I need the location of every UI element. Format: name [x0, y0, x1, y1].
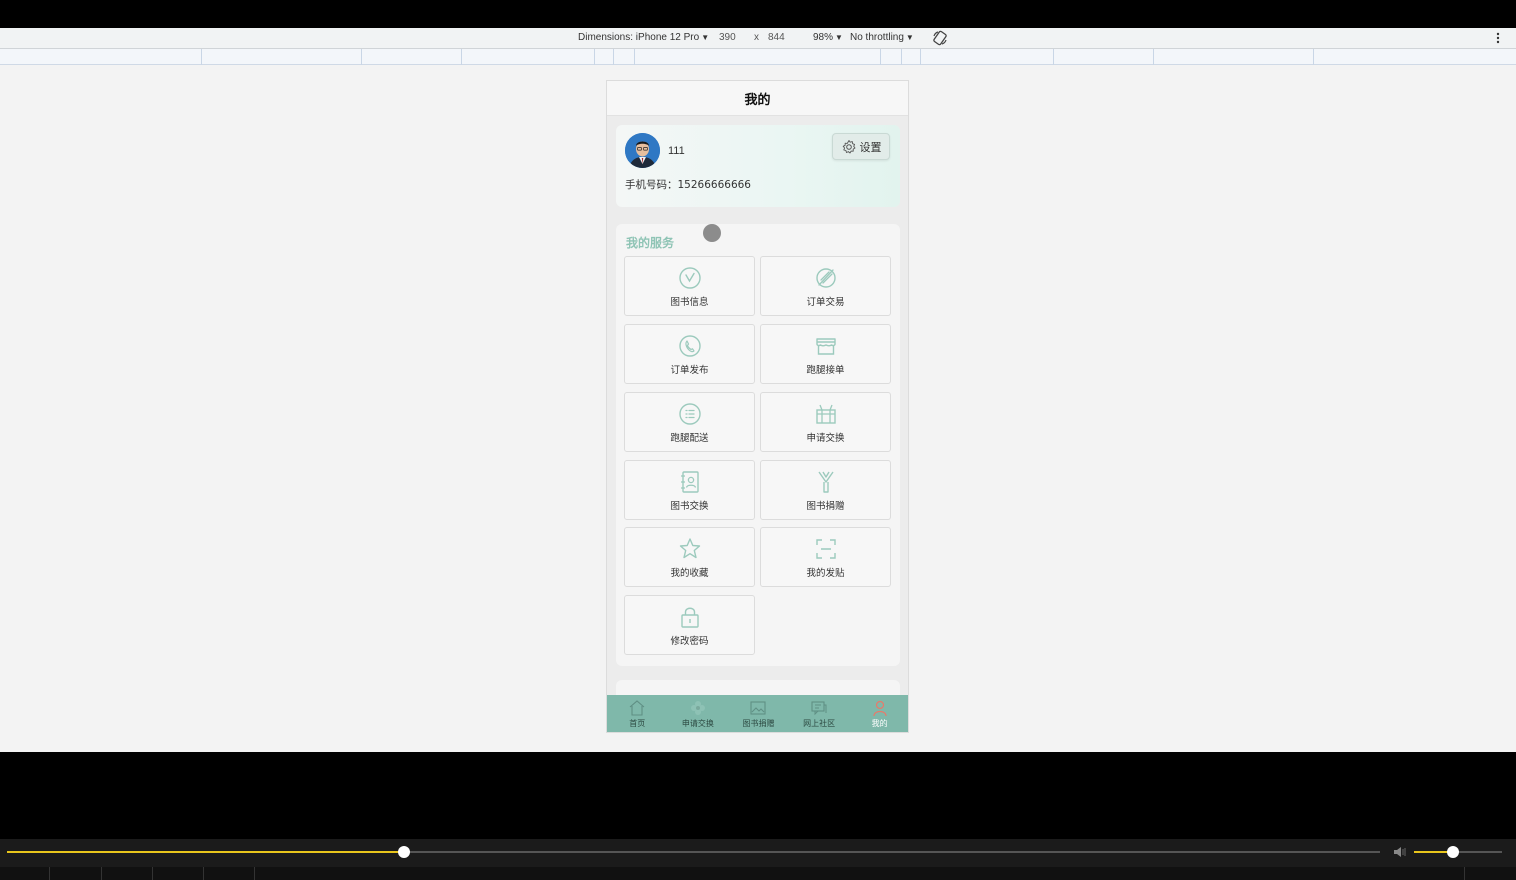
phone-number: 手机号码：15266666666 — [625, 179, 751, 191]
pen-nib-icon — [815, 268, 836, 288]
shop-icon — [815, 338, 836, 355]
settings-button[interactable]: 设置 — [832, 133, 890, 160]
caret-down-icon: ▼ — [701, 33, 710, 42]
nav-bar: 我的 — [607, 81, 908, 116]
services-card: 我的服务 图书信息 订单交易 订单发布 跑腿接单 跑腿配送 申请交换 图书交换 … — [616, 224, 900, 666]
service-order-publish[interactable]: 订单发布 — [624, 324, 755, 384]
user-icon — [873, 700, 887, 717]
profile-card: 111 设置 手机号码：15266666666 — [616, 125, 900, 207]
home-icon — [629, 700, 645, 716]
star-icon — [679, 538, 700, 559]
volume-slider[interactable] — [1414, 846, 1502, 858]
avatar-photo — [625, 133, 660, 168]
tab-label: 我的 — [871, 719, 888, 728]
seek-bar-fill — [7, 851, 404, 853]
caret-down-icon: ▼ — [905, 33, 914, 42]
devtools-device-toolbar: Dimensions: iPhone 12 Pro ▼ 390 x 844 98%… — [0, 28, 1516, 49]
service-label: 订单交易 — [806, 297, 845, 308]
width-field[interactable]: 390 — [719, 32, 736, 43]
service-order-trade[interactable]: 订单交易 — [760, 256, 891, 316]
ribbon-icon — [817, 471, 834, 493]
tab-label: 图书捐赠 — [742, 719, 775, 728]
service-book-exchange[interactable]: 图书交换 — [624, 460, 755, 520]
service-label: 跑腿配送 — [670, 433, 709, 444]
service-label: 我的收藏 — [670, 568, 709, 579]
tab-home[interactable]: 首页 — [607, 695, 668, 732]
image-icon — [750, 701, 767, 715]
touch-cursor-indicator — [703, 224, 721, 242]
tab-label: 申请交换 — [681, 719, 714, 728]
bottom-tabbar: 首页 申请交换 图书捐赠 网上社区 我的 — [607, 695, 908, 732]
chat-icon — [811, 701, 827, 716]
service-label: 订单发布 — [670, 365, 709, 376]
dimension-separator: x — [754, 32, 759, 43]
service-book-info[interactable]: 图书信息 — [624, 256, 755, 316]
tab-community[interactable]: 网上社区 — [789, 695, 850, 732]
page-title: 我的 — [744, 92, 771, 108]
service-apply-exchange[interactable]: 申请交换 — [760, 392, 891, 452]
scan-frame-icon — [815, 539, 836, 559]
service-my-favorites[interactable]: 我的收藏 — [624, 527, 755, 587]
device-select[interactable]: Dimensions: iPhone 12 Pro ▼ — [578, 32, 709, 43]
throttling-select[interactable]: No throttling ▼ — [850, 32, 914, 43]
zoom-select[interactable]: 98% ▼ — [813, 32, 843, 43]
seek-bar[interactable] — [7, 846, 1380, 858]
phone-icon — [678, 335, 701, 357]
zoom-label: 98% — [813, 32, 834, 43]
taskbar-strip — [0, 867, 1516, 880]
volume-icon[interactable] — [1392, 844, 1408, 860]
list-circle-icon — [678, 403, 701, 425]
tab-book-donate[interactable]: 图书捐赠 — [728, 695, 789, 732]
service-label: 申请交换 — [806, 433, 845, 444]
settings-label: 设置 — [859, 140, 882, 154]
tab-label: 首页 — [629, 719, 646, 728]
lock-icon — [680, 607, 699, 628]
tab-mine[interactable]: 我的 — [849, 695, 908, 732]
services-title: 我的服务 — [626, 236, 675, 250]
service-change-password[interactable]: 修改密码 — [624, 595, 755, 655]
player-controls — [0, 839, 1516, 867]
gear-icon — [842, 139, 855, 153]
service-label: 图书交换 — [670, 501, 709, 512]
more-vertical-icon[interactable] — [1494, 31, 1502, 45]
phone-screen: 我的 111 设置 手机号码：15266666666 我的服务 图书信息 订单交… — [606, 80, 909, 733]
caret-down-icon: ▼ — [835, 33, 843, 42]
service-label: 我的发贴 — [806, 568, 845, 579]
contact-book-icon — [680, 471, 699, 493]
rotate-icon[interactable] — [932, 30, 948, 46]
service-label: 跑腿接单 — [806, 365, 845, 376]
media-query-ruler — [0, 49, 1516, 65]
top-black-bar — [0, 0, 1516, 28]
service-errand-accept[interactable]: 跑腿接单 — [760, 324, 891, 384]
service-label: 图书捐赠 — [806, 501, 845, 512]
service-label: 图书信息 — [670, 297, 709, 308]
service-my-posts[interactable]: 我的发贴 — [760, 527, 891, 587]
clock-icon — [678, 267, 701, 289]
avatar[interactable] — [625, 133, 660, 168]
service-label: 修改密码 — [670, 636, 709, 647]
service-errand-deliver[interactable]: 跑腿配送 — [624, 392, 755, 452]
tab-label: 网上社区 — [803, 719, 836, 728]
device-select-label: Dimensions: iPhone 12 Pro — [578, 32, 700, 43]
seek-handle[interactable] — [397, 846, 410, 858]
username: 111 — [668, 145, 685, 157]
throttling-label: No throttling — [850, 32, 904, 43]
gift-box-icon — [815, 404, 836, 424]
flower-icon — [690, 701, 705, 715]
service-book-donate[interactable]: 图书捐赠 — [760, 460, 891, 520]
tab-apply-exchange[interactable]: 申请交换 — [668, 695, 729, 732]
height-field[interactable]: 844 — [768, 32, 785, 43]
volume-handle[interactable] — [1446, 846, 1459, 858]
